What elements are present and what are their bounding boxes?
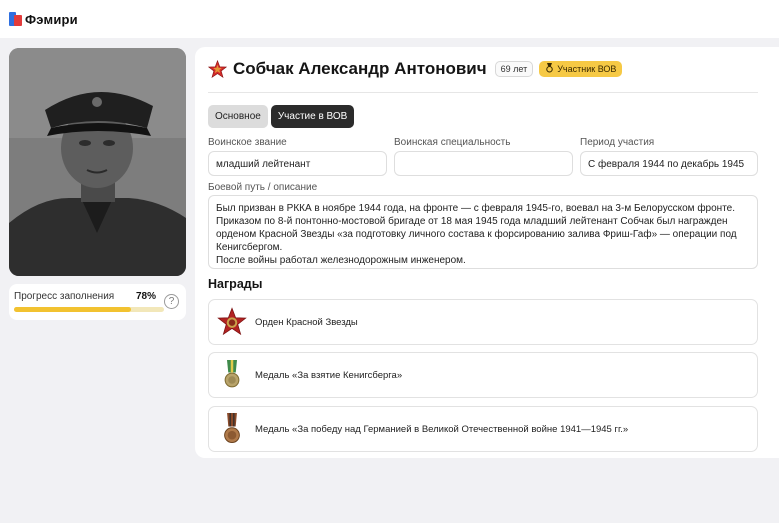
- combat-path-line: Кенигсбергом.: [216, 242, 283, 253]
- combat-path-line: Приказом по 8-й понтонно-мостовой бригад…: [216, 216, 728, 227]
- award-item[interactable]: Медаль «За победу над Германией в Велико…: [208, 406, 758, 452]
- progress-label: Прогресс заполнения: [14, 291, 115, 302]
- rank-field[interactable]: младший лейтенант: [208, 151, 387, 176]
- app-logo[interactable]: Фэмири: [9, 12, 78, 27]
- award-label: Медаль «За победу над Германией в Велико…: [255, 423, 629, 435]
- participant-badge: Участник ВОВ: [539, 61, 623, 77]
- combat-path-line: После войны работал железнодорожным инже…: [216, 255, 466, 266]
- top-bar: Фэмири: [0, 0, 779, 38]
- person-name: Собчак Александр Антонович: [233, 59, 487, 78]
- tabs: Основное Участие в ВОВ: [208, 105, 355, 128]
- age-badge: 69 лет: [494, 61, 534, 77]
- profile-header: Собчак Александр Антонович 69 лет Участн…: [208, 59, 623, 79]
- profile-photo: [9, 48, 186, 276]
- specialty-label: Воинская специальность: [394, 137, 511, 148]
- award-label: Медаль «За взятие Кенигсберга»: [255, 369, 403, 381]
- red-star-icon: [208, 59, 227, 79]
- progress-bar-fill: [14, 307, 131, 312]
- header-divider: [208, 92, 758, 93]
- progress-card: Прогресс заполнения 78% ?: [9, 284, 186, 320]
- main-card: Собчак Александр Антонович 69 лет Участн…: [195, 47, 779, 458]
- logo-icon: [9, 12, 22, 26]
- combat-path-line: Был призван в РККА в ноябре 1944 года, н…: [216, 203, 735, 214]
- award-label: Орден Красной Звезды: [255, 316, 358, 328]
- period-field[interactable]: С февраля 1944 по декабрь 1945: [580, 151, 758, 176]
- victory-medal-icon: [209, 413, 255, 445]
- help-icon[interactable]: ?: [164, 294, 179, 309]
- specialty-field[interactable]: [394, 151, 573, 176]
- red-star-order-icon: [209, 307, 255, 337]
- combat-path-line: орденом Красной Звезды «за подготовку ли…: [216, 229, 737, 240]
- participant-badge-label: Участник ВОВ: [557, 64, 617, 74]
- award-item[interactable]: Орден Красной Звезды: [208, 299, 758, 345]
- period-label: Период участия: [580, 137, 655, 148]
- logo-text: Фэмири: [25, 11, 78, 27]
- medal-icon: [545, 63, 554, 75]
- tab-main[interactable]: Основное: [208, 105, 268, 128]
- combat-path-textarea[interactable]: Был призван в РККА в ноябре 1944 года, н…: [208, 195, 758, 269]
- awards-title: Награды: [208, 277, 263, 291]
- tab-vov[interactable]: Участие в ВОВ: [270, 105, 355, 128]
- green-ribbon-medal-icon: [209, 360, 255, 390]
- award-item[interactable]: Медаль «За взятие Кенигсберга»: [208, 352, 758, 398]
- combat-path-label: Боевой путь / описание: [208, 182, 318, 193]
- rank-label: Воинское звание: [208, 137, 287, 148]
- progress-percent: 78%: [135, 291, 156, 302]
- progress-bar: [14, 307, 164, 312]
